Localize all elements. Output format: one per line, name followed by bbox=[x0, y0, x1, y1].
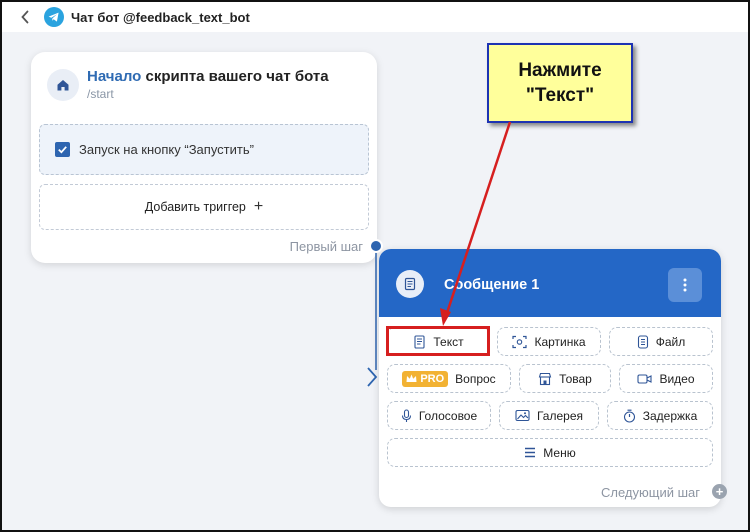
start-card-title: Начало скрипта вашего чат бота bbox=[87, 68, 329, 85]
add-next-step-button[interactable]: + bbox=[712, 484, 727, 499]
video-button-label: Видео bbox=[659, 371, 695, 386]
video-button[interactable]: Видео bbox=[619, 364, 713, 393]
card-menu-button[interactable] bbox=[668, 268, 702, 302]
start-command: /start bbox=[87, 87, 114, 101]
page-title: Чат бот @feedback_text_bot bbox=[71, 9, 250, 25]
message-card-header: Сообщение 1 bbox=[379, 249, 721, 317]
image-button[interactable]: Картинка bbox=[497, 327, 601, 356]
file-icon bbox=[637, 334, 648, 349]
text-button[interactable]: Текст bbox=[387, 327, 490, 356]
instruction-callout: Нажмите "Текст" bbox=[487, 43, 633, 123]
gallery-button[interactable]: Галерея bbox=[499, 401, 599, 430]
crown-icon bbox=[406, 374, 417, 382]
menu-button[interactable]: Меню bbox=[387, 438, 713, 467]
home-icon-badge bbox=[47, 69, 79, 101]
next-step-label: Следующий шаг bbox=[601, 485, 700, 500]
chevron-left-icon bbox=[21, 10, 29, 24]
delay-button-label: Задержка bbox=[642, 408, 698, 423]
question-button[interactable]: PRO Вопрос bbox=[387, 364, 511, 393]
more-vertical-icon bbox=[683, 278, 687, 292]
gallery-icon bbox=[515, 409, 530, 422]
pro-badge-label: PRO bbox=[420, 372, 445, 385]
product-button[interactable]: Товар bbox=[519, 364, 611, 393]
question-button-label: Вопрос bbox=[455, 371, 496, 386]
start-title-accent: Начало bbox=[87, 68, 142, 85]
delay-button[interactable]: Задержка bbox=[607, 401, 713, 430]
callout-line-2: "Текст" bbox=[525, 85, 595, 106]
trigger-checkbox[interactable] bbox=[55, 142, 70, 157]
pro-badge: PRO bbox=[402, 370, 449, 387]
start-title-rest: скрипта вашего чат бота bbox=[141, 68, 329, 85]
menu-button-label: Меню bbox=[543, 445, 576, 460]
timer-icon bbox=[623, 409, 635, 423]
trigger-item[interactable]: Запуск на кнопку “Запустить” bbox=[39, 124, 369, 175]
callout-line-1: Нажмите bbox=[518, 60, 602, 81]
file-button-label: Файл bbox=[655, 334, 686, 349]
add-trigger-button[interactable]: Добавить триггер + bbox=[39, 184, 369, 230]
check-icon bbox=[58, 146, 67, 154]
top-bar: Чат бот @feedback_text_bot bbox=[2, 2, 748, 32]
text-doc-icon bbox=[414, 334, 425, 349]
add-trigger-label: Добавить триггер bbox=[144, 200, 246, 214]
voice-button-label: Голосовое bbox=[418, 408, 478, 423]
voice-button[interactable]: Голосовое bbox=[387, 401, 491, 430]
menu-icon bbox=[525, 447, 536, 458]
video-icon bbox=[637, 373, 653, 384]
store-icon bbox=[538, 372, 552, 385]
file-button[interactable]: Файл bbox=[609, 327, 713, 356]
message-card[interactable]: Сообщение 1 Текст Картинка Файл PRO Вопр… bbox=[379, 249, 721, 507]
image-button-label: Картинка bbox=[534, 334, 586, 349]
start-script-card[interactable]: Начало скрипта вашего чат бота /start За… bbox=[31, 52, 377, 263]
home-icon bbox=[57, 80, 69, 91]
telegram-icon bbox=[44, 7, 64, 27]
message-icon-badge bbox=[396, 270, 424, 298]
message-icon bbox=[404, 277, 416, 291]
product-button-label: Товар bbox=[559, 371, 592, 386]
gallery-button-label: Галерея bbox=[536, 408, 584, 423]
plus-icon: + bbox=[253, 198, 264, 215]
back-button[interactable] bbox=[16, 8, 34, 26]
microphone-icon bbox=[401, 408, 411, 422]
trigger-label: Запуск на кнопку “Запустить” bbox=[79, 142, 254, 157]
image-scan-icon bbox=[512, 335, 528, 348]
text-button-label: Текст bbox=[433, 334, 464, 349]
first-step-label: Первый шаг bbox=[289, 239, 363, 254]
message-card-title: Сообщение 1 bbox=[444, 277, 540, 293]
